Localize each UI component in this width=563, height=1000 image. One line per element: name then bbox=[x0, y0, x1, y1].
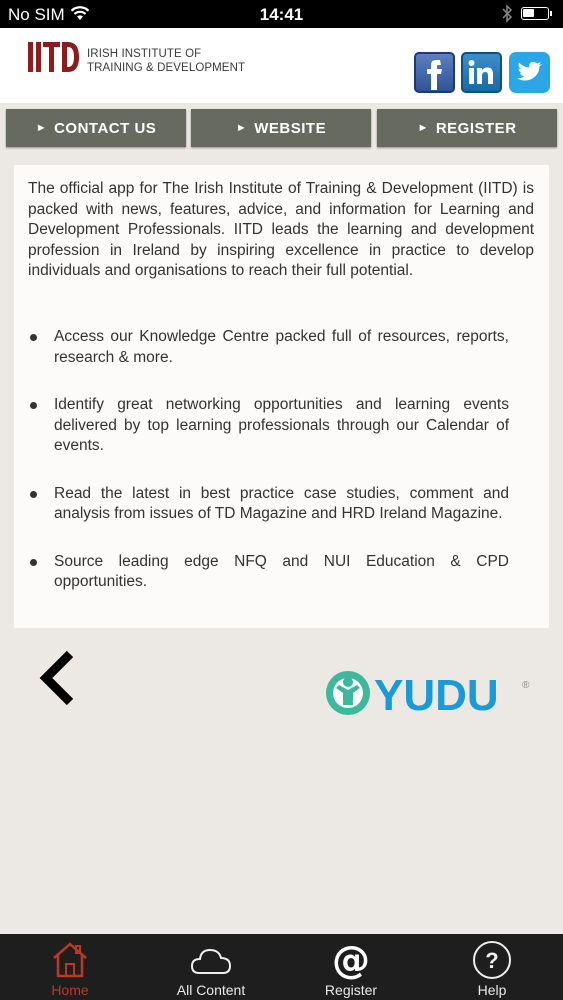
status-bar: No SIM 14:41 bbox=[0, 0, 563, 28]
back-chevron-icon[interactable] bbox=[36, 650, 80, 706]
register-label: REGISTER bbox=[435, 119, 517, 137]
yudu-wordmark: YUDU bbox=[374, 671, 499, 718]
bullet-dot bbox=[30, 334, 37, 341]
play-arrow-icon: ► bbox=[417, 122, 429, 134]
bluetooth-icon bbox=[502, 4, 513, 23]
linkedin-button[interactable] bbox=[461, 52, 502, 93]
bullet-dot bbox=[30, 402, 37, 409]
tab-help[interactable]: ? Help bbox=[422, 934, 562, 1000]
linkedin-icon bbox=[468, 60, 493, 84]
cloud-icon bbox=[190, 948, 232, 974]
bullet-dot bbox=[30, 490, 37, 498]
registered-mark: ® bbox=[522, 680, 530, 691]
yudu-logo[interactable]: YUDU ® bbox=[324, 668, 532, 718]
tab-home[interactable]: Home bbox=[0, 934, 140, 1000]
bullet-dot bbox=[30, 558, 37, 566]
question-icon: ? bbox=[473, 941, 511, 979]
play-arrow-icon: ► bbox=[35, 122, 48, 134]
list-item-text: Source leading edge NFQ and NUI Educatio… bbox=[54, 552, 509, 591]
at-sign-icon: @ bbox=[332, 940, 370, 980]
intro-paragraph: The official app for The Irish Institute… bbox=[28, 180, 534, 279]
twitter-icon bbox=[517, 62, 542, 81]
tab-all-content[interactable]: All Content bbox=[141, 934, 281, 1000]
app-header: IRISH INSTITUTE OF TRAINING & DEVELOPMEN… bbox=[0, 28, 563, 103]
list-item: Source leading edge NFQ and NUI Educatio… bbox=[28, 552, 509, 593]
twitter-button[interactable] bbox=[509, 52, 550, 93]
tab-all-content-label: All Content bbox=[176, 982, 246, 998]
tab-register[interactable]: @ Register bbox=[281, 934, 421, 1000]
list-item-text: Identify great networking opportunities … bbox=[54, 396, 509, 454]
tab-register-label: Register bbox=[324, 982, 378, 998]
website-label: WEBSITE bbox=[254, 119, 327, 137]
list-item: Identify great networking opportunities … bbox=[28, 395, 509, 457]
facebook-icon bbox=[427, 60, 442, 90]
contact-us-button[interactable]: ► CONTACT US bbox=[6, 109, 186, 147]
svg-text:?: ? bbox=[485, 948, 498, 973]
iitd-logo-text: IRISH INSTITUTE OF TRAINING & DEVELOPMEN… bbox=[87, 48, 245, 75]
website-button[interactable]: ► WEBSITE bbox=[191, 109, 371, 147]
tab-home-label: Home bbox=[51, 982, 89, 998]
description-card: The official app for The Irish Institute… bbox=[14, 165, 549, 628]
svg-text:@: @ bbox=[332, 940, 370, 980]
house-icon bbox=[53, 942, 87, 978]
battery-icon bbox=[521, 7, 552, 20]
tab-help-label: Help bbox=[477, 982, 507, 998]
facebook-button[interactable] bbox=[414, 52, 455, 93]
register-button[interactable]: ► REGISTER bbox=[377, 109, 557, 147]
feature-list: Access our Knowledge Centre packed full … bbox=[28, 327, 509, 620]
list-item: Access our Knowledge Centre packed full … bbox=[28, 327, 509, 368]
iitd-logo-icon bbox=[28, 42, 79, 72]
list-item-text: Read the latest in best practice case st… bbox=[54, 484, 509, 523]
tab-bar: Home All Content @ Register ? Help bbox=[0, 934, 563, 1000]
contact-us-label: CONTACT US bbox=[54, 119, 157, 137]
play-arrow-icon: ► bbox=[235, 122, 248, 134]
clock: 14:41 bbox=[259, 5, 304, 24]
list-item-text: Access our Knowledge Centre packed full … bbox=[54, 328, 509, 366]
logo-line-2: TRAINING & DEVELOPMENT bbox=[87, 61, 246, 74]
logo-line-1: IRISH INSTITUTE OF bbox=[87, 48, 202, 60]
list-item: Read the latest in best practice case st… bbox=[28, 484, 509, 525]
